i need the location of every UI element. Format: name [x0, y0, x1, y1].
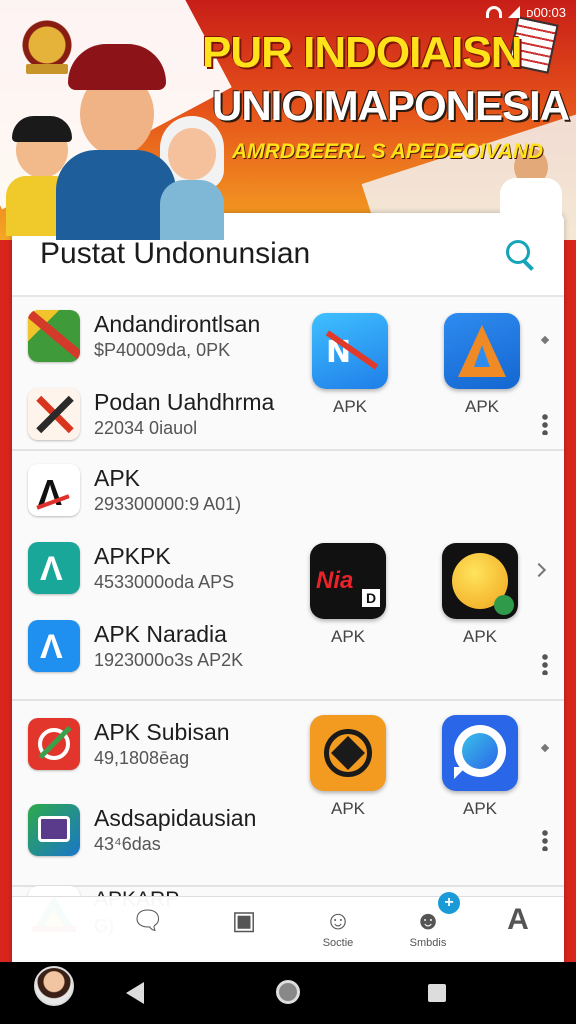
nia-logo-icon: Nia D — [310, 543, 386, 619]
banner-title-line1: PUR INDOIAISN — [202, 28, 522, 77]
signal-icon — [508, 6, 521, 18]
search-icon[interactable] — [504, 238, 536, 270]
tile-caption: APK — [330, 627, 366, 646]
app-meta: 4533000oda APS — [94, 572, 235, 592]
black-a-logo-icon: Λ — [28, 464, 80, 516]
app-group-1: Andandirontlsan $P40009da, 0PK Podan Uah… — [12, 297, 564, 451]
app-tile[interactable]: Nia D APK — [310, 543, 386, 647]
tab-soctie[interactable]: ☺ Soctie — [298, 903, 378, 950]
app-tile[interactable]: APK — [444, 313, 520, 417]
notification-badge: + — [438, 892, 460, 914]
blue-a-logo-icon: Λ — [28, 620, 80, 672]
tab-label: Soctie — [322, 937, 354, 949]
tile-caption: APK — [332, 397, 368, 416]
tab-label: Smbdis — [409, 937, 447, 949]
green-chat-icon — [28, 804, 80, 856]
app-name: Andandirontlsan — [94, 311, 261, 337]
man-peci-hat — [68, 44, 166, 90]
more-options-icon[interactable] — [542, 413, 548, 435]
app-tile[interactable]: APK — [442, 543, 518, 647]
page-title: Pustat Undonunsian — [40, 237, 311, 270]
promo-banner[interactable]: ᴅ00:03 PUR INDOIAISN UNIOIMAPONESIA AMRD… — [0, 0, 576, 240]
system-navigation-bar — [0, 962, 576, 1024]
tab-chat[interactable]: 🗨 — [108, 903, 188, 937]
back-icon[interactable] — [126, 982, 144, 1004]
list-item[interactable]: Λ APK 293300000:9 A01) — [12, 451, 564, 529]
emoji-face-icon — [442, 543, 518, 619]
app-meta: 1923000o3s AP2K — [94, 650, 244, 670]
app-name: APK Subisan — [94, 719, 230, 745]
more-options-icon[interactable] — [542, 653, 548, 675]
bottom-tab-bar: 🗨 ▣ ☺ Soctie ☻ Smbdis A — [12, 896, 564, 960]
app-meta: 22034 0iauol — [94, 418, 198, 438]
app-list-card: Pustat Undonunsian Andandirontlsan $P400… — [12, 213, 564, 963]
app-name: Asdsapidausian — [94, 805, 257, 831]
tile-caption: APK — [462, 627, 498, 646]
chat-bubbles-icon: 🗨 — [131, 904, 165, 935]
app-meta: 49,1808ēag — [94, 748, 190, 768]
red-block-icon — [28, 718, 80, 770]
child-hat — [12, 116, 72, 142]
tab-messages[interactable]: ▣ — [204, 903, 284, 937]
app-name: APK — [94, 465, 141, 491]
tile-caption: APK — [462, 799, 498, 818]
app-name: APKPK — [94, 543, 171, 569]
blue-message-icon — [442, 715, 518, 791]
app-meta: 293300000:9 A01) — [94, 494, 242, 514]
banner-title-line2: UNIOIMAPONESIA — [212, 82, 570, 129]
app-tile[interactable]: N APK — [312, 313, 388, 417]
app-group-3: APK Subisan 49,1808ēag Asdsapidausian 43… — [12, 705, 564, 887]
girl-illustration — [168, 128, 216, 180]
app-tile[interactable]: APK — [442, 715, 518, 819]
app-meta: $P40009da, 0PK — [94, 340, 231, 360]
diagonal-red-green-icon — [28, 310, 80, 362]
tools-icon — [28, 388, 80, 440]
status-bar: ᴅ00:03 — [486, 2, 566, 22]
wifi-icon — [486, 6, 503, 18]
app-tile[interactable]: APK — [310, 715, 386, 819]
message-box-icon: ▣ — [231, 904, 257, 935]
recents-icon[interactable] — [428, 984, 446, 1002]
app-meta: 43⁴6das — [94, 834, 161, 854]
avatar[interactable] — [34, 966, 74, 1006]
person-icon: ☺ — [324, 904, 352, 935]
letter-a-icon: A — [507, 903, 529, 936]
tile-caption: APK — [330, 799, 366, 818]
teal-a-logo-icon: Λ — [28, 542, 80, 594]
home-icon[interactable] — [276, 980, 300, 1004]
status-time: ᴅ00:03 — [526, 4, 566, 20]
more-options-icon[interactable] — [542, 829, 548, 851]
garuda-emblem-icon — [18, 18, 76, 78]
blue-n-logo-icon: N — [312, 313, 388, 389]
orange-dragon-icon — [310, 715, 386, 791]
tab-a[interactable]: A — [478, 903, 558, 937]
app-name: Podan Uahdhrma — [94, 389, 275, 415]
tile-caption: APK — [464, 397, 500, 416]
banner-tagline: AMRDBEERL S APEDEOIVAND — [232, 140, 544, 163]
app-name: APK Naradia — [94, 621, 227, 647]
orange-a-logo-icon — [444, 313, 520, 389]
app-group-2: Λ APK 293300000:9 A01) Λ APKPK 4533000od… — [12, 451, 564, 701]
